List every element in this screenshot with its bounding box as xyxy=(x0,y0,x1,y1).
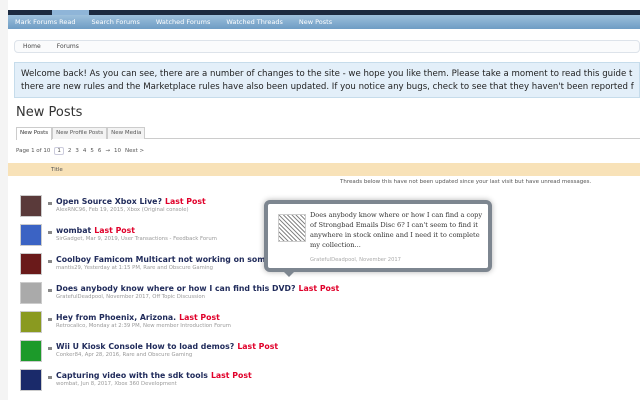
avatar xyxy=(278,214,306,242)
thread-title[interactable]: wombat xyxy=(56,226,91,235)
bullet-icon xyxy=(48,347,52,350)
last-post-link[interactable]: Last Post xyxy=(299,284,340,293)
bullet-icon xyxy=(48,289,52,292)
last-post-link[interactable]: Last Post xyxy=(237,342,278,351)
bullet-icon xyxy=(48,202,52,205)
page-label: Page 1 of 10 xyxy=(16,148,51,154)
tabs: New Posts New Profile Posts New Media xyxy=(16,127,640,140)
last-post-link[interactable]: Last Post xyxy=(165,197,206,206)
thread-title[interactable]: Does anybody know where or how I can fin… xyxy=(56,284,296,293)
table-header: Title xyxy=(8,163,640,176)
notice-line: there are new rules and the Marketplace … xyxy=(21,82,634,92)
avatar[interactable] xyxy=(20,311,42,333)
unread-info: Threads below this have not been updated… xyxy=(340,179,592,185)
bullet-icon xyxy=(48,231,52,234)
pagination: Page 1 of 10 1 2 3 4 5 6 → 10 Next > xyxy=(16,147,144,155)
page-link[interactable]: 4 xyxy=(83,148,87,154)
tooltip-arrow xyxy=(282,270,296,277)
breadcrumb: Home Forums xyxy=(14,40,640,53)
nav-new-posts[interactable]: New Posts xyxy=(299,18,332,26)
breadcrumb-forums[interactable]: Forums xyxy=(57,43,79,50)
bullet-icon xyxy=(48,376,52,379)
thread-meta: Retrocalico, Monday at 2:39 PM, New memb… xyxy=(56,323,231,329)
avatar[interactable] xyxy=(20,253,42,275)
avatar[interactable] xyxy=(20,195,42,217)
bullet-icon xyxy=(48,318,52,321)
thread-meta: GratefulDeadpool, November 2017, Off Top… xyxy=(56,294,205,300)
thread-meta: mantis29, Yesterday at 1:15 PM, Rare and… xyxy=(56,265,214,271)
thread-preview-tooltip: Does anybody know where or how I can fin… xyxy=(264,200,492,272)
page-link[interactable]: 10 xyxy=(114,148,121,154)
page-link[interactable]: 6 xyxy=(98,148,102,154)
tab-new-profile-posts[interactable]: New Profile Posts xyxy=(52,127,108,139)
page-link[interactable]: 1 xyxy=(54,147,64,155)
nav-watched-threads[interactable]: Watched Threads xyxy=(226,18,283,26)
avatar[interactable] xyxy=(20,282,42,304)
tab-new-posts[interactable]: New Posts xyxy=(16,127,53,140)
nav-mark-read[interactable]: Mark Forums Read xyxy=(15,18,76,26)
thread-title[interactable]: Hey from Phoenix, Arizona. xyxy=(56,313,176,322)
thread-meta: Conker84, Apr 28, 2016, Rare and Obscure… xyxy=(56,352,193,358)
nav-bar: Mark Forums Read Search Forums Watched F… xyxy=(8,15,640,29)
thread-meta: SirGadget, Mar 9, 2019, User Transaction… xyxy=(56,236,217,242)
avatar[interactable] xyxy=(20,340,42,362)
bullet-icon xyxy=(48,260,52,263)
title-column[interactable]: Title xyxy=(51,167,63,173)
page-link[interactable]: 3 xyxy=(75,148,79,154)
thread-meta: AlexRNC96, Feb 19, 2015, Xbox (Original … xyxy=(56,207,189,213)
page-link[interactable]: 5 xyxy=(90,148,94,154)
welcome-notice: Welcome back! As you can see, there are … xyxy=(14,62,640,98)
page-title: New Posts xyxy=(16,105,83,120)
page-skip: → xyxy=(105,148,110,154)
nav-watched-forums[interactable]: Watched Forums xyxy=(156,18,210,26)
last-post-link[interactable]: Last Post xyxy=(211,371,252,380)
page-link[interactable]: 2 xyxy=(68,148,72,154)
last-post-link[interactable]: Last Post xyxy=(94,226,135,235)
next-page[interactable]: Next > xyxy=(125,148,144,154)
nav-search-forums[interactable]: Search Forums xyxy=(92,18,140,26)
notice-line: Welcome back! As you can see, there are … xyxy=(21,69,633,79)
preview-meta: GratefulDeadpool, November 2017 xyxy=(310,257,401,263)
thread-meta: wombat, Jun 8, 2017, Xbox 360 Developmen… xyxy=(56,381,177,387)
thread-title[interactable]: Capturing video with the sdk tools xyxy=(56,371,208,380)
breadcrumb-home[interactable]: Home xyxy=(23,43,41,50)
avatar[interactable] xyxy=(20,224,42,246)
thread-title[interactable]: Wii U Kiosk Console How to load demos? xyxy=(56,342,234,351)
preview-text: Does anybody know where or how I can fin… xyxy=(310,211,483,249)
last-post-link[interactable]: Last Post xyxy=(179,313,220,322)
thread-title[interactable]: Open Source Xbox Live? xyxy=(56,197,162,206)
avatar[interactable] xyxy=(20,369,42,391)
tab-new-media[interactable]: New Media xyxy=(107,127,146,139)
